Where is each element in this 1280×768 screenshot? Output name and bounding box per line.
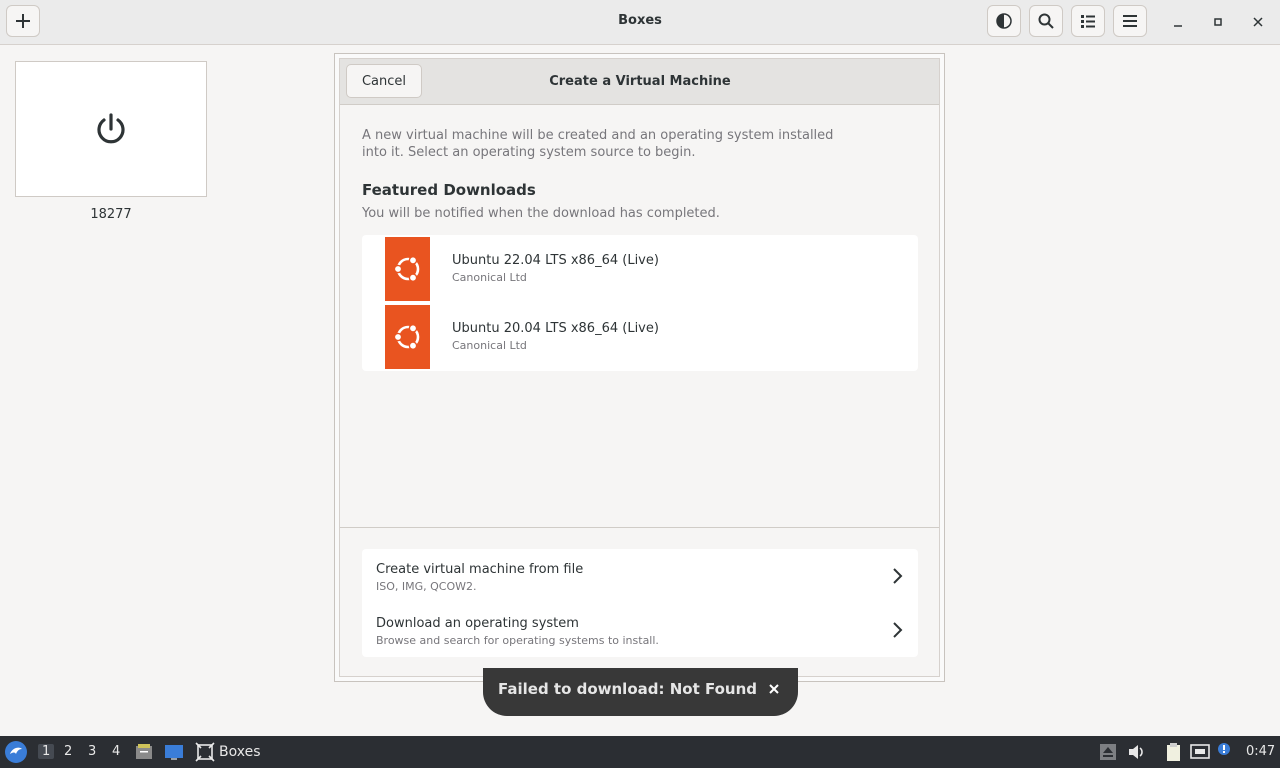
dialog-content: Cancel Create a Virtual Machine A new vi… bbox=[339, 58, 940, 677]
download-item-ubuntu-2004[interactable]: Ubuntu 20.04 LTS x86_64 (Live) Canonical… bbox=[362, 303, 918, 371]
option-subtitle: ISO, IMG, QCOW2. bbox=[376, 580, 477, 593]
download-name: Ubuntu 20.04 LTS x86_64 (Live) bbox=[452, 321, 659, 336]
download-vendor: Canonical Ltd bbox=[452, 339, 527, 352]
featured-downloads-subtitle: You will be notified when the download h… bbox=[362, 206, 720, 221]
create-from-file-option[interactable]: Create virtual machine from file ISO, IM… bbox=[362, 549, 918, 603]
cancel-button[interactable]: Cancel bbox=[346, 64, 422, 98]
chevron-right-icon bbox=[893, 622, 903, 638]
half-circle-icon bbox=[996, 13, 1012, 29]
header-bar: Boxes bbox=[0, 0, 1280, 45]
option-title: Download an operating system bbox=[376, 616, 579, 631]
boxes-app-icon bbox=[195, 742, 215, 762]
volume-icon[interactable] bbox=[1126, 742, 1146, 762]
minimize-icon bbox=[1174, 25, 1182, 27]
download-vendor: Canonical Ltd bbox=[452, 271, 527, 284]
minimize-button[interactable] bbox=[1166, 10, 1190, 34]
download-name: Ubuntu 22.04 LTS x86_64 (Live) bbox=[452, 253, 659, 268]
ubuntu-logo-icon bbox=[385, 305, 430, 369]
taskbar: 1 2 3 4 Boxes 0:47 bbox=[0, 736, 1280, 768]
toast-message: Failed to download: Not Found bbox=[498, 680, 757, 698]
download-os-option[interactable]: Download an operating system Browse and … bbox=[362, 603, 918, 657]
intro-line-2: into it. Select an operating system sour… bbox=[362, 145, 696, 160]
dialog-intro: A new virtual machine will be created an… bbox=[362, 127, 862, 161]
clipboard-icon[interactable] bbox=[1163, 742, 1183, 762]
desktop-icon[interactable] bbox=[164, 742, 184, 762]
featured-downloads-list: Ubuntu 22.04 LTS x86_64 (Live) Canonical… bbox=[362, 235, 918, 371]
whisker-menu-icon[interactable] bbox=[4, 740, 28, 764]
list-view-icon bbox=[1081, 15, 1095, 28]
taskbar-app-boxes[interactable]: Boxes bbox=[195, 742, 261, 762]
search-button[interactable] bbox=[1029, 5, 1063, 37]
dialog-title: Create a Virtual Machine bbox=[549, 74, 731, 89]
featured-downloads-heading: Featured Downloads bbox=[362, 181, 536, 199]
source-options-list: Create virtual machine from file ISO, IM… bbox=[362, 549, 918, 657]
search-icon bbox=[1038, 13, 1054, 29]
close-window-button[interactable] bbox=[1246, 10, 1270, 34]
section-divider bbox=[340, 527, 939, 528]
workspace-1[interactable]: 1 bbox=[38, 744, 55, 759]
power-icon bbox=[97, 113, 125, 144]
network-icon[interactable] bbox=[1190, 742, 1210, 762]
file-manager-icon[interactable] bbox=[134, 742, 154, 762]
vm-thumbnail[interactable] bbox=[15, 61, 207, 197]
theme-button[interactable] bbox=[987, 5, 1021, 37]
vm-name-label: 18277 bbox=[90, 207, 132, 222]
chevron-right-icon bbox=[893, 568, 903, 584]
plus-icon bbox=[16, 14, 30, 28]
window-title: Boxes bbox=[618, 13, 662, 28]
workspace-4[interactable]: 4 bbox=[112, 744, 120, 759]
maximize-icon bbox=[1214, 18, 1222, 26]
hamburger-icon bbox=[1123, 15, 1137, 27]
download-item-ubuntu-2204[interactable]: Ubuntu 22.04 LTS x86_64 (Live) Canonical… bbox=[362, 235, 918, 303]
error-toast: Failed to download: Not Found bbox=[483, 668, 798, 716]
intro-line-1: A new virtual machine will be created an… bbox=[362, 128, 834, 143]
workspace-2[interactable]: 2 bbox=[64, 744, 72, 759]
dialog-header: Cancel Create a Virtual Machine bbox=[340, 59, 939, 105]
new-vm-button[interactable] bbox=[6, 5, 40, 37]
option-title: Create virtual machine from file bbox=[376, 562, 584, 577]
maximize-button[interactable] bbox=[1206, 10, 1230, 34]
main-menu-button[interactable] bbox=[1113, 5, 1147, 37]
clock: 0:47 bbox=[1246, 744, 1276, 759]
close-icon bbox=[769, 684, 779, 694]
notification-icon[interactable] bbox=[1216, 742, 1236, 762]
view-toggle-button[interactable] bbox=[1071, 5, 1105, 37]
option-subtitle: Browse and search for operating systems … bbox=[376, 634, 659, 647]
workspace-3[interactable]: 3 bbox=[88, 744, 96, 759]
eject-icon[interactable] bbox=[1098, 742, 1118, 762]
toast-close-button[interactable] bbox=[766, 681, 782, 697]
create-vm-dialog: Cancel Create a Virtual Machine A new vi… bbox=[334, 53, 945, 682]
ubuntu-logo-icon bbox=[385, 237, 430, 301]
taskbar-app-label: Boxes bbox=[219, 744, 261, 760]
close-icon bbox=[1253, 17, 1263, 27]
